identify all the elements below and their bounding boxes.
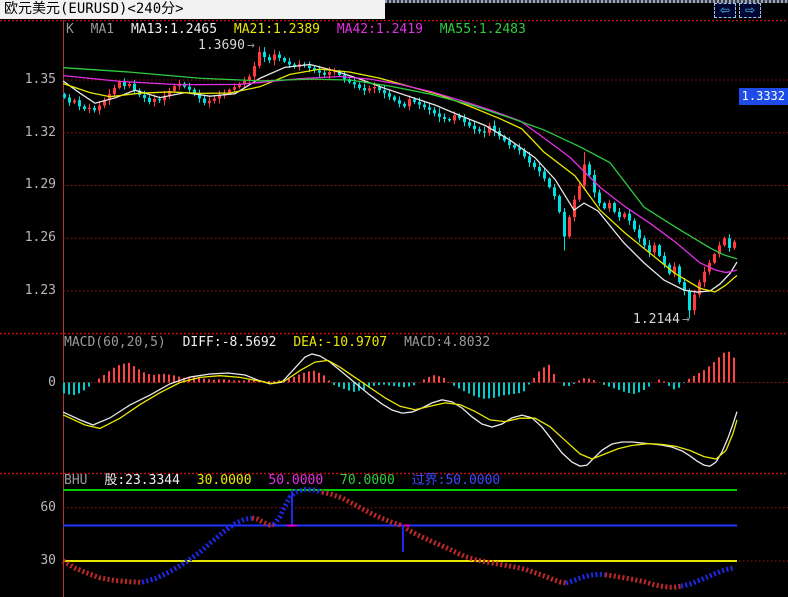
legend-bhu-gu: 股:23.3344 [104,473,180,488]
bhu-legend: BHU 股:23.3344 30.0000 50.0000 70.0000 过界… [64,474,509,488]
high-annotation: 1.3690→ [198,39,255,52]
legend-ma55: MA55:1.2483 [440,22,526,37]
bhu-y-label-60: 60 [0,501,56,514]
window-title: 欧元美元(EURUSD)<240分> [0,0,385,19]
title-bar: 欧元美元(EURUSD)<240分> ⇦ ⇨ [0,0,788,20]
legend-ma21: MA21:1.2389 [234,22,320,37]
nav-back-button[interactable]: ⇦ [714,3,736,18]
legend-bhu-30: 30.0000 [197,473,252,488]
main-chart-legend: K MA1 MA13:1.2465 MA21:1.2389 MA42:1.241… [66,23,535,37]
y-axis-label-123: 1.23 [0,284,56,297]
y-axis-label-129: 1.29 [0,178,56,191]
macd-legend: MACD(60,20,5) DIFF:-8.5692 DEA:-10.9707 … [64,336,499,350]
arrow-right-icon: ⇨ [745,3,755,17]
legend-k: K [66,22,74,37]
legend-bhu-70: 70.0000 [340,473,395,488]
macd-zero-label: 0 [0,376,56,389]
current-price-tag: 1.3332 [739,88,788,105]
legend-macd-diff: DIFF:-8.5692 [183,335,277,350]
high-annotation-value: 1.3690 [198,38,245,53]
legend-macd-name: MACD(60,20,5) [64,335,166,350]
legend-macd-dea: DEA:-10.9707 [293,335,387,350]
legend-bhu-guojie: 过界:50.0000 [412,473,501,488]
annotation-arrow-icon: → [682,312,690,327]
y-axis-label-132: 1.32 [0,126,56,139]
annotation-arrow-icon: → [247,38,255,53]
arrow-left-icon: ⇦ [720,3,730,17]
trading-app-window: 欧元美元(EURUSD)<240分> ⇦ ⇨ K MA1 MA13:1.2465… [0,0,788,597]
legend-ma13: MA13:1.2465 [131,22,217,37]
nav-forward-button[interactable]: ⇨ [739,3,761,18]
y-axis-label-135: 1.35 [0,73,56,86]
y-axis-label-126: 1.26 [0,231,56,244]
legend-ma1: MA1 [91,22,114,37]
legend-bhu-name: BHU [64,473,87,488]
legend-macd-value: MACD:4.8032 [404,335,490,350]
low-annotation: 1.2144→ [633,313,690,326]
chart-canvas[interactable] [0,0,788,597]
legend-ma42: MA42:1.2419 [337,22,423,37]
legend-bhu-50: 50.0000 [268,473,323,488]
bhu-y-label-30: 30 [0,554,56,567]
low-annotation-value: 1.2144 [633,312,680,327]
